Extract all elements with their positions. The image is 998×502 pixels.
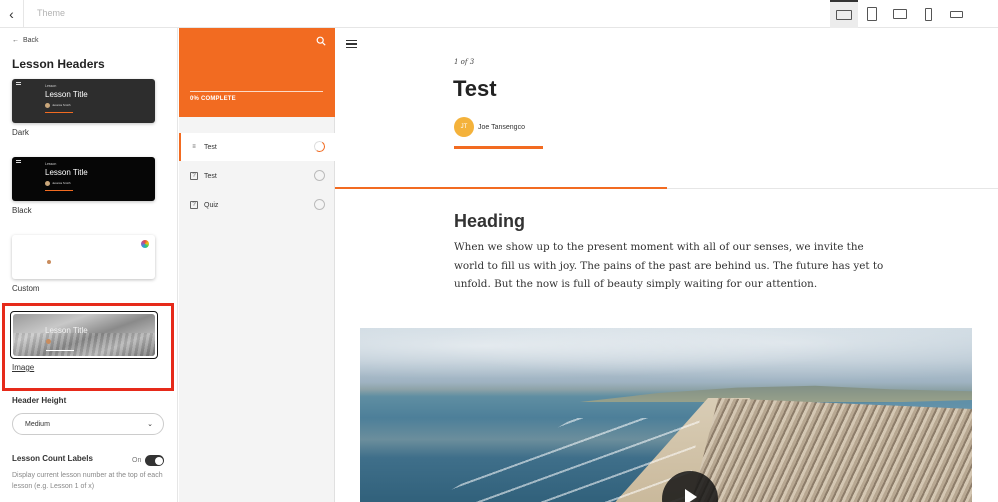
thumb-title: Lesson Title — [45, 326, 88, 335]
phone-landscape-icon[interactable] — [942, 0, 970, 28]
content-heading: Heading — [454, 211, 526, 231]
content-paragraph: When we show up to the present moment wi… — [454, 241, 884, 290]
lesson-progress-fill — [335, 187, 667, 189]
tablet-landscape-icon[interactable] — [886, 0, 914, 28]
avatar — [45, 181, 50, 186]
header-style-dark-label: Dark — [12, 128, 29, 137]
video-player[interactable] — [360, 328, 972, 502]
author-name: Joe Tansengco — [478, 124, 525, 131]
thumb-accent-bar — [45, 112, 73, 113]
outline-item-label: Test — [204, 143, 217, 151]
text-lines-icon: ≡ — [192, 144, 196, 150]
lesson-count-label: 1 of 3 — [454, 58, 475, 66]
device-preview-switcher — [830, 0, 970, 28]
outline-item[interactable]: ≡ Test — [179, 133, 335, 161]
thumb-author: Jessica Smith — [52, 103, 71, 107]
outline-item[interactable]: ? Quiz — [179, 191, 335, 219]
header-style-black-label: Black — [12, 206, 32, 215]
hamburger-menu-icon[interactable] — [346, 40, 357, 48]
lesson-count-toggle[interactable] — [145, 455, 164, 466]
header-style-image-label[interactable]: Image — [12, 363, 34, 372]
tablet-portrait-icon[interactable] — [858, 0, 886, 28]
thumb-title: Lesson Title — [45, 90, 88, 99]
thumb-author: Jessica Smith — [52, 181, 71, 185]
chevron-down-icon: ⌄ — [147, 421, 153, 428]
video-frame-clouds — [360, 328, 972, 388]
thumb-small-label: Lesson — [45, 84, 57, 88]
outline-item-label: Test — [204, 172, 217, 180]
header-style-black-option[interactable]: Lesson Lesson Title Jessica Smith — [12, 157, 155, 201]
progress-text: 0% COMPLETE — [190, 96, 236, 102]
sidebar-title: Lesson Headers — [12, 57, 105, 71]
thumb-accent-bar — [46, 350, 74, 351]
thumb-title: Lesson Title — [45, 168, 88, 177]
back-link[interactable]: ← Back — [12, 37, 39, 44]
thumb-small-label: Lesson — [45, 162, 57, 166]
avatar — [45, 103, 50, 108]
question-box-icon: ? — [190, 201, 198, 209]
outline-item[interactable]: ? Test — [179, 162, 335, 190]
title-accent-bar — [454, 146, 543, 149]
settings-sidebar: ← Back Lesson Headers Lesson Lesson Titl… — [0, 28, 178, 502]
header-style-custom-label: Custom — [12, 284, 40, 293]
avatar — [47, 260, 51, 264]
header-height-value: Medium — [25, 420, 50, 428]
course-outline-panel: 0% COMPLETE ≡ Test ? Test ? Quiz — [179, 28, 335, 502]
lesson-count-help-text: Display current lesson number at the top… — [12, 472, 163, 490]
back-link-label: Back — [23, 37, 39, 44]
header-style-custom-option[interactable] — [12, 235, 155, 279]
outline-header: 0% COMPLETE — [179, 28, 335, 117]
thumb-accent-bar — [45, 190, 73, 191]
search-icon[interactable] — [316, 36, 326, 46]
progress-line — [190, 91, 323, 92]
image-thumbnail: Lesson Title — [13, 314, 155, 356]
video-frame-surf — [420, 418, 700, 502]
color-wheel-icon[interactable] — [141, 240, 149, 248]
arrow-left-icon: ← — [12, 37, 19, 44]
author-avatar: JT — [454, 117, 474, 137]
video-frame-town — [690, 398, 972, 502]
top-bar: ‹ Theme — [0, 0, 998, 28]
progress-ring-icon — [313, 140, 326, 153]
toggle-state-label: On — [132, 457, 142, 464]
lesson-count-labels-label: Lesson Count Labels — [12, 454, 93, 463]
header-height-select[interactable]: Medium ⌄ — [12, 413, 164, 435]
top-bar-title: Theme — [37, 8, 66, 18]
lesson-preview: 1 of 3 Test JT Joe Tansengco Heading Whe… — [335, 28, 998, 502]
question-box-icon: ? — [190, 172, 198, 180]
header-style-image-option[interactable]: Lesson Title — [10, 311, 158, 359]
status-circle-icon — [314, 199, 325, 210]
menu-icon — [16, 82, 21, 85]
laptop-icon[interactable] — [830, 0, 858, 28]
avatar — [46, 339, 51, 344]
menu-icon — [16, 160, 21, 163]
status-circle-icon — [314, 170, 325, 181]
outline-item-label: Quiz — [204, 201, 219, 209]
header-style-dark-option[interactable]: Lesson Lesson Title Jessica Smith — [12, 79, 155, 123]
back-chevron-icon[interactable]: ‹ — [0, 0, 24, 28]
phone-portrait-icon[interactable] — [914, 0, 942, 28]
lesson-title: Test — [453, 76, 497, 101]
header-height-label: Header Height — [12, 396, 67, 405]
